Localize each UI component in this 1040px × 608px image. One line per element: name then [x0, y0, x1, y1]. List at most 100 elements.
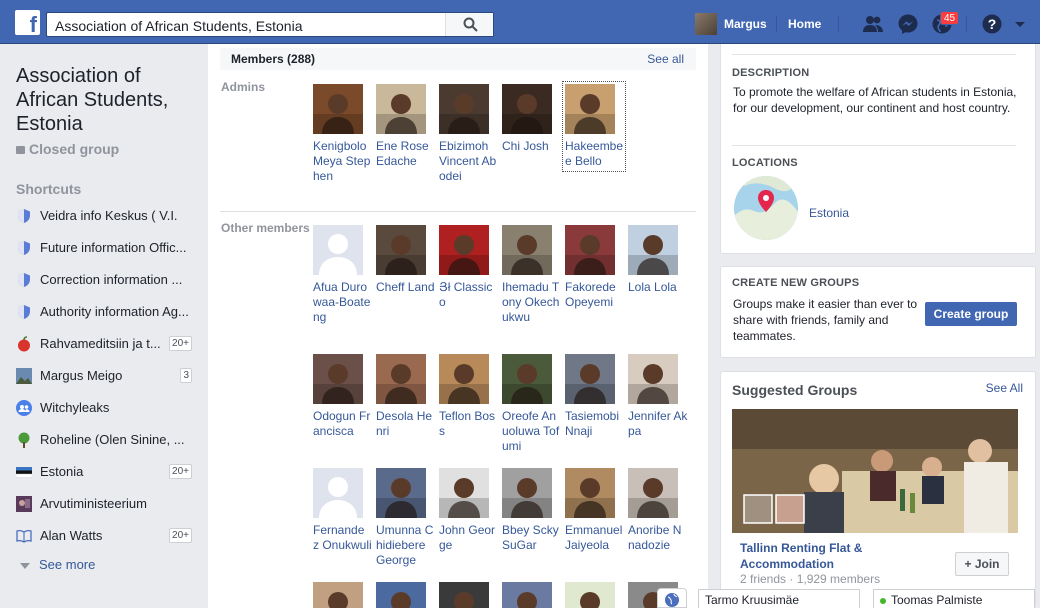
member-name-link[interactable]: Ebizimoh Vincent Abodei — [439, 139, 499, 184]
member-name-link[interactable]: Anoribe Nnadozie — [628, 523, 688, 553]
member-name-link[interactable]: John George — [439, 523, 499, 553]
member-photo[interactable] — [313, 468, 363, 518]
member-card[interactable]: Fakorede Opeyemi — [565, 225, 623, 310]
create-group-button[interactable]: Create group — [925, 302, 1017, 326]
member-photo[interactable] — [313, 354, 363, 404]
chat-tab-toomas[interactable]: Toomas Palmiste — [873, 589, 1035, 608]
messenger-icon[interactable] — [897, 13, 919, 35]
member-name-link[interactable]: Kenigbolo Meya Stephen — [313, 139, 373, 184]
shortcut-item[interactable]: Authority information Ag... — [16, 302, 192, 322]
member-photo[interactable] — [376, 225, 426, 275]
member-name-link[interactable]: Bbey Scky SuGar — [502, 523, 562, 553]
member-photo[interactable] — [376, 468, 426, 518]
member-card[interactable]: John George — [439, 468, 497, 553]
member-photo[interactable] — [565, 468, 615, 518]
member-name-link[interactable]: Fernande z Onukwuli — [313, 523, 373, 553]
member-photo[interactable] — [565, 84, 615, 134]
member-photo[interactable] — [439, 582, 489, 608]
search-input[interactable]: Association of African Students, Estonia — [55, 18, 302, 34]
home-link[interactable]: Home — [788, 17, 821, 31]
member-photo[interactable] — [439, 225, 489, 275]
member-card[interactable]: Teflon Boss — [439, 354, 497, 439]
member-name-link[interactable]: Ihemadu Tony Okechukwu — [502, 280, 562, 325]
member-card[interactable]: Afua Durowaa-Boateng — [313, 225, 371, 325]
member-card[interactable]: Ihemadu Tony Okechukwu — [502, 225, 560, 325]
member-card[interactable]: Lola Lola — [628, 225, 686, 295]
shortcut-item[interactable]: Witchyleaks — [16, 398, 192, 418]
join-group-button[interactable]: + Join — [955, 552, 1009, 576]
member-card[interactable] — [565, 582, 623, 608]
member-name-link[interactable]: Emmanuel Jaiyeola — [565, 523, 625, 553]
member-card[interactable]: Kenigbolo Meya Stephen — [313, 84, 371, 184]
member-photo[interactable] — [565, 582, 615, 608]
member-card[interactable]: Chi Josh — [502, 84, 560, 154]
member-photo[interactable] — [502, 225, 552, 275]
member-photo[interactable] — [439, 84, 489, 134]
member-name-link[interactable]: Յł Classico — [439, 280, 499, 310]
location-map[interactable] — [734, 176, 798, 240]
shortcut-item[interactable]: Margus Meigo 3 — [16, 366, 192, 386]
member-photo[interactable] — [313, 225, 363, 275]
chat-tab-tarmo[interactable]: Tarmo Kruusimäe — [698, 589, 860, 608]
member-card[interactable]: Odogun Francisca — [313, 354, 371, 439]
member-name-link[interactable]: Lola Lola — [628, 280, 688, 295]
member-card[interactable]: Bbey Scky SuGar — [502, 468, 560, 553]
member-card[interactable]: Յł Classico — [439, 225, 497, 310]
member-name-link[interactable]: Cheff Land — [376, 280, 436, 295]
member-name-link[interactable]: Jennifer Akpa — [628, 409, 688, 439]
shortcut-item[interactable]: Roheline (Olen Sinine, ... — [16, 430, 192, 450]
account-menu-dropdown-icon[interactable] — [1013, 13, 1027, 35]
member-card[interactable]: Anoribe Nnadozie — [628, 468, 686, 553]
member-card[interactable] — [502, 582, 560, 608]
member-photo[interactable] — [439, 468, 489, 518]
member-photo[interactable] — [376, 582, 426, 608]
member-card[interactable] — [376, 582, 434, 608]
member-name-link[interactable]: Umunna Chidiebere George — [376, 523, 436, 568]
member-name-link[interactable]: Desola Henri — [376, 409, 436, 439]
member-photo[interactable] — [376, 354, 426, 404]
friend-requests-icon[interactable] — [862, 13, 884, 35]
shortcut-item[interactable]: Future information Offic... — [16, 238, 192, 258]
shortcut-item[interactable]: Correction information ... — [16, 270, 192, 290]
member-card[interactable]: Ebizimoh Vincent Abodei — [439, 84, 497, 184]
member-photo[interactable] — [502, 468, 552, 518]
member-card[interactable]: Cheff Land — [376, 225, 436, 295]
suggested-see-all-link[interactable]: See All — [986, 381, 1023, 395]
search-button[interactable] — [445, 13, 493, 36]
member-card[interactable]: Emmanuel Jaiyeola — [565, 468, 623, 553]
member-photo[interactable] — [502, 582, 552, 608]
group-title[interactable]: Association of African Students, Estonia — [16, 64, 196, 136]
member-name-link[interactable]: Afua Durowaa-Boateng — [313, 280, 373, 325]
shortcut-item[interactable]: Estonia 20+ — [15, 462, 192, 482]
member-card[interactable] — [313, 582, 371, 608]
member-name-link[interactable]: Teflon Boss — [439, 409, 499, 439]
member-name-link[interactable]: Oreofe Anuoluwa Tofumi — [502, 409, 562, 454]
member-card[interactable] — [439, 582, 497, 608]
member-photo[interactable] — [313, 84, 363, 134]
member-name-link[interactable]: Hakeembee Bello — [565, 139, 625, 169]
member-photo[interactable] — [628, 468, 678, 518]
member-photo[interactable] — [313, 582, 363, 608]
search-bar[interactable]: Association of African Students, Estonia — [46, 12, 494, 37]
member-card[interactable]: Tasiemobi Nnaji — [565, 354, 623, 439]
member-name-link[interactable]: Chi Josh — [502, 139, 562, 154]
member-photo[interactable] — [439, 354, 489, 404]
member-card[interactable]: Jennifer Akpa — [628, 354, 688, 439]
chat-globe-button[interactable] — [657, 588, 687, 608]
see-more-link[interactable]: See more — [20, 557, 95, 572]
member-card[interactable]: Umunna Chidiebere George — [376, 468, 434, 568]
suggested-group-cover-photo[interactable] — [732, 409, 1018, 533]
member-card[interactable]: Desola Henri — [376, 354, 434, 439]
help-icon[interactable]: ? — [981, 13, 1003, 35]
see-all-members-link[interactable]: See all — [647, 52, 684, 66]
facebook-logo-icon[interactable]: f — [15, 10, 40, 35]
member-card[interactable]: Oreofe Anuoluwa Tofumi — [502, 354, 560, 454]
suggested-group-name-link[interactable]: Tallinn Renting Flat & Accommodation — [740, 540, 930, 572]
member-photo[interactable] — [502, 84, 552, 134]
member-photo[interactable] — [502, 354, 552, 404]
shortcut-item[interactable]: Alan Watts 20+ — [16, 526, 192, 546]
member-card[interactable]: Ene Rose Edache — [376, 84, 434, 169]
member-photo[interactable] — [565, 354, 615, 404]
member-photo[interactable] — [628, 354, 678, 404]
member-card[interactable]: Hakeembee Bello — [562, 81, 626, 172]
